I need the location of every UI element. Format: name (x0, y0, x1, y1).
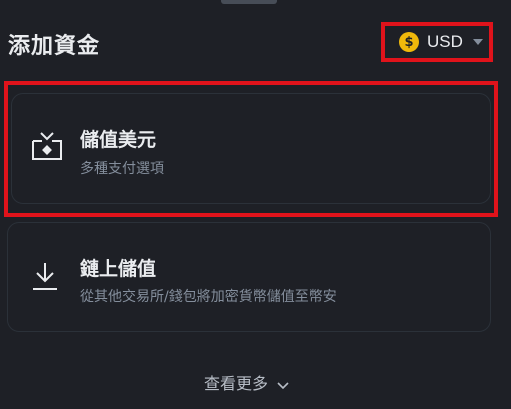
see-more-label: 查看更多 (203, 374, 268, 393)
option-subtitle: 多種支付選項 (80, 161, 164, 177)
dollar-coin-icon: $ (399, 32, 419, 52)
deposit-usd-option[interactable]: 儲值美元 多種支付選項 (11, 93, 491, 204)
currency-selector[interactable]: $ USD (381, 22, 493, 62)
option-title: 儲值美元 (80, 129, 157, 151)
option-title: 鏈上儲值 (80, 258, 157, 280)
onchain-deposit-option[interactable]: 鏈上儲值 從其他交易所/錢包將加密貨幣儲值至幣安 (7, 222, 491, 332)
page-title: 添加資金 (8, 34, 101, 59)
currency-code: USD (427, 32, 463, 51)
chevron-down-icon (277, 381, 289, 389)
add-funds-sheet: 添加資金 $ USD 儲值美元 多種支付選項 鏈上儲值 從其他交易所/錢包將加密… (0, 0, 511, 409)
option-subtitle: 從其他交易所/錢包將加密貨幣儲值至幣安 (80, 289, 337, 305)
drag-handle[interactable] (221, 0, 277, 4)
caret-down-icon (472, 39, 483, 45)
download-arrow-icon (33, 263, 57, 290)
see-more-button[interactable]: 查看更多 (0, 370, 493, 394)
header: 添加資金 $ USD (0, 22, 511, 66)
deposit-card-icon (32, 132, 62, 160)
